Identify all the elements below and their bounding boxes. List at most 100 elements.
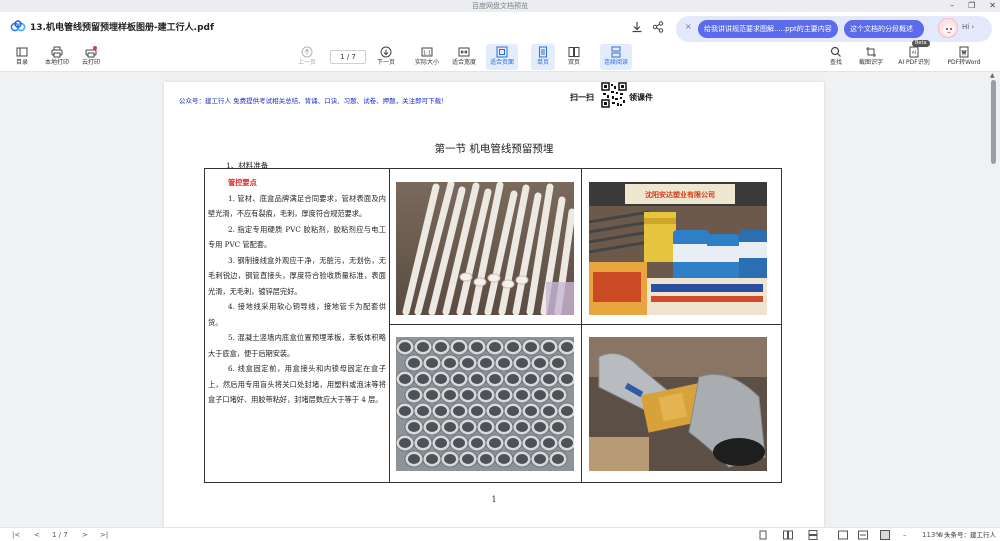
next-page-label: 下一页 (376, 59, 395, 66)
crop-text-icon (865, 46, 877, 58)
content-table: 管控要点 1. 管材、底盒品牌满足合同要求，管材表面及内壁光滑，不应有裂痕，毛刺… (204, 168, 782, 483)
fit-page-label: 适合页面 (489, 59, 514, 66)
catalog-button[interactable]: 目录 (8, 44, 36, 70)
fit-width-label: 适合宽度 (451, 59, 476, 66)
continuous-reading-button[interactable]: 连续阅读 (600, 44, 632, 70)
single-page-view-icon[interactable] (758, 530, 768, 540)
document-viewport[interactable]: 公众号：建工行人 免费提供考试相关总结、背诵、口诀、习题、试卷、押题，关注即可下… (0, 72, 1000, 527)
continuous-reading-icon (610, 46, 622, 58)
photo-galvanized-steel-pipes (395, 337, 577, 471)
ai-pdf-button[interactable]: AI AI PDF识别 (894, 44, 934, 70)
find-label: 查找 (829, 59, 842, 66)
photo-sign-text: 沈阳安达塑业有限公司 (645, 190, 715, 199)
fit-page-view-icon[interactable] (880, 530, 890, 540)
window-controls: – ❐ ✕ (950, 0, 996, 12)
page-number: 1 (491, 495, 497, 504)
arrow-up-circle-icon (301, 46, 313, 58)
pdf-page: 公众号：建工行人 免费提供考试相关总结、背诵、口诀、习题、试卷、押题，关注即可下… (164, 82, 824, 527)
prev-page-label: 上一页 (297, 59, 316, 66)
find-button[interactable]: 查找 (826, 44, 846, 70)
ai-greeting-link[interactable]: Hi › (962, 23, 974, 31)
ai-bar-close-button[interactable]: × (685, 22, 692, 31)
key-point-paragraph: 1. 管材、底盒品牌满足合同要求，管材表面及内壁光滑，不应有裂痕，毛刺，厚度符合… (208, 193, 386, 219)
main-toolbar: 目录 本地打印 云打印 上一页 1 / 7 下一页 1:1 实际大小 适合宽度 … (0, 42, 1000, 72)
next-page-small-button[interactable]: > (82, 529, 88, 541)
scrollbar-thumb[interactable] (991, 80, 996, 164)
table-divider (389, 324, 781, 325)
single-page-icon (537, 46, 549, 58)
promo-text: 公众号：建工行人 免费提供考试相关总结、背诵、口诀、习题、试卷、押题，关注即可下… (179, 97, 448, 105)
ai-suggestion-main-content[interactable]: 给我讲讲规范要求图解.....ppt的主要内容 (698, 20, 838, 38)
vertical-scrollbar[interactable]: ▲ (988, 72, 1000, 527)
ai-pdf-icon: AI (908, 46, 920, 58)
double-page-button[interactable]: 双页 (563, 44, 585, 70)
key-point-paragraph: 4. 接地线采用软心铜导线，接地管卡为配套供货。 (208, 302, 386, 327)
page-number-input[interactable]: 1 / 7 (330, 50, 366, 64)
ai-assistant-avatar[interactable] (938, 18, 958, 38)
first-page-button[interactable]: |< (12, 529, 20, 541)
continuous-view-icon[interactable] (808, 530, 818, 540)
watermark-text: ©头条号：建工行人 (937, 531, 997, 539)
actual-size-button[interactable]: 1:1 实际大小 (410, 44, 444, 70)
ai-assistant-bar: × 给我讲讲规范要求图解.....ppt的主要内容 这个文档的分段概述 Hi › (676, 16, 992, 42)
svg-text:1:1: 1:1 (423, 51, 431, 57)
baidu-netdisk-logo-icon (10, 20, 26, 32)
fit-width-button[interactable]: 适合宽度 (448, 44, 480, 70)
status-bar: |< < 1 / 7 > >| – 113% + ©头条号：建工行人 (0, 527, 1000, 541)
next-page-button[interactable]: 下一页 (373, 44, 399, 70)
screenshot-ocr-button[interactable]: 截图识字 (856, 44, 886, 70)
photo-junction-box-installation (589, 337, 767, 471)
double-page-view-icon[interactable] (783, 530, 793, 540)
ai-suggestion-summary[interactable]: 这个文档的分段概述 (844, 20, 924, 38)
qr-label-scan: 扫一扫 (570, 92, 594, 102)
actual-size-label: 实际大小 (414, 59, 439, 66)
printer-icon (51, 46, 63, 58)
zoom-out-button[interactable]: – (903, 529, 907, 541)
actual-size-view-icon[interactable] (838, 530, 848, 540)
download-icon[interactable] (630, 20, 644, 34)
svg-text:AI: AI (912, 50, 916, 56)
local-print-button[interactable]: 本地打印 (40, 44, 74, 70)
minimize-button[interactable]: – (950, 0, 954, 12)
key-point-paragraph: 5. 混凝土竖墙内底盒位置预埋苯板，苯板体积略大于底盒，便于后期安装。 (208, 333, 386, 358)
catalog-label: 目录 (15, 59, 28, 66)
qr-code-image (601, 82, 627, 108)
prev-page-button[interactable]: 上一页 (294, 44, 320, 70)
window-title-strip: 百度网盘文档预览 – ❐ ✕ (0, 0, 1000, 12)
prev-page-small-button[interactable]: < (34, 529, 40, 541)
fit-width-icon (458, 46, 470, 58)
document-title: 13.机电管线预留预埋样板图册-建工行人.pdf (30, 23, 214, 33)
pdf-to-word-icon (958, 46, 970, 58)
search-icon (830, 46, 842, 58)
table-divider (581, 169, 582, 482)
catalog-icon (16, 46, 28, 58)
double-page-icon (568, 46, 580, 58)
maximize-button[interactable]: ❐ (968, 0, 975, 12)
screenshot-ocr-label: 截图识字 (858, 59, 883, 66)
fit-page-button[interactable]: 适合页面 (486, 44, 518, 70)
close-window-button[interactable]: ✕ (989, 0, 996, 12)
window-title: 百度网盘文档预览 (472, 2, 528, 10)
key-points-title: 管控要点 (228, 178, 257, 187)
title-bar: 13.机电管线预留预埋样板图册-建工行人.pdf × 给我讲讲规范要求图解...… (0, 12, 1000, 42)
scroll-up-arrow-icon[interactable]: ▲ (990, 72, 995, 79)
photo-pvc-adhesive-products: 沈阳安达塑业有限公司 (588, 182, 767, 315)
share-icon[interactable] (651, 20, 665, 34)
pdf-to-word-label: PDF转Word (947, 59, 981, 66)
cloud-print-button[interactable]: 云打印 (78, 44, 104, 70)
photo-pvc-conduit-bundle (396, 180, 576, 316)
cloud-print-label: 云打印 (81, 59, 100, 66)
pdf-to-word-button[interactable]: PDF转Word (944, 44, 984, 70)
cloud-printer-icon (85, 46, 97, 58)
fit-page-icon (496, 46, 508, 58)
key-point-paragraph: 2. 指定专用硬质 PVC 胶粘剂，胶粘剂应与电工专用 PVC 管配套。 (208, 224, 386, 250)
fit-width-view-icon[interactable] (858, 530, 868, 540)
double-page-label: 双页 (567, 59, 580, 66)
actual-size-icon: 1:1 (421, 46, 433, 58)
key-point-paragraph: 3. 钢制接线盒外观应干净，无脏污，无划伤，无毛刺锐边，钢管直接头，厚度符合验收… (208, 255, 386, 296)
key-points-text: 管控要点 1. 管材、底盒品牌满足合同要求，管材表面及内壁光滑，不应有裂痕，毛刺… (208, 175, 386, 408)
single-page-button[interactable]: 单页 (531, 44, 555, 70)
table-divider (389, 169, 390, 482)
last-page-button[interactable]: >| (100, 529, 108, 541)
qr-label-courseware: 领课件 (629, 92, 653, 102)
